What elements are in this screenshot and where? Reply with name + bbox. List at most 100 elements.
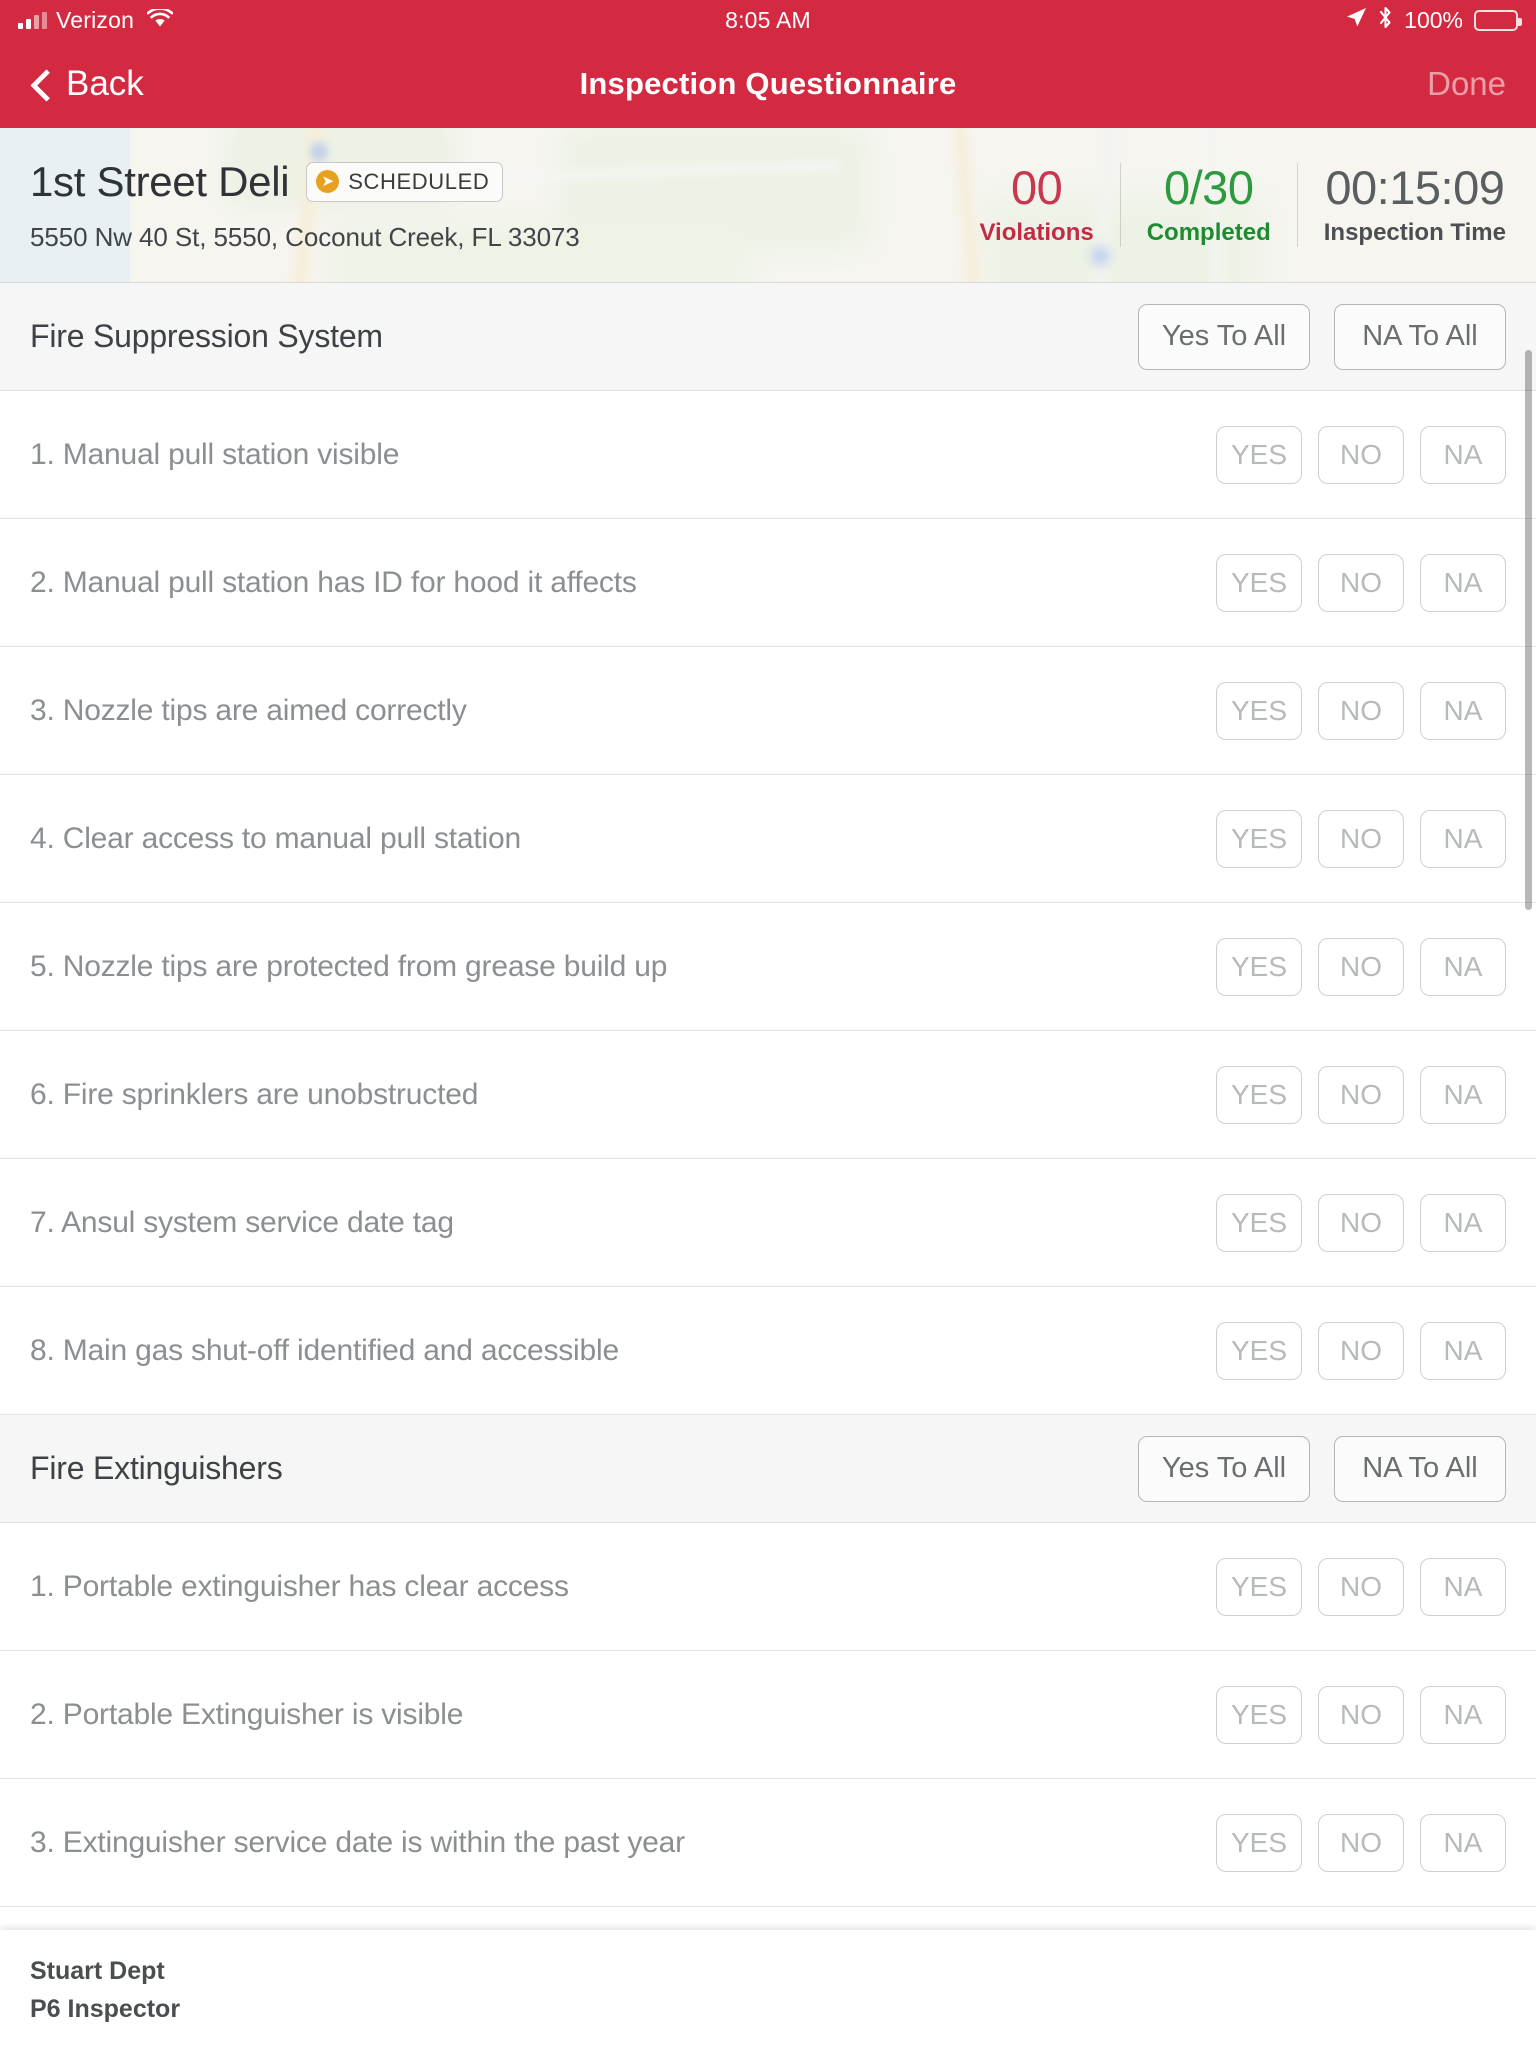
- answer-yes-button[interactable]: YES: [1216, 1065, 1302, 1124]
- question-text: 2. Manual pull station has ID for hood i…: [30, 565, 637, 599]
- answer-no-button[interactable]: NO: [1318, 1557, 1404, 1616]
- violations-label: Violations: [979, 219, 1094, 247]
- status-badge[interactable]: ➤ SCHEDULED: [306, 161, 504, 202]
- answer-no-button[interactable]: NO: [1318, 1685, 1404, 1744]
- question-row[interactable]: 3. Extinguisher service date is within t…: [0, 1779, 1536, 1907]
- question-row[interactable]: 7. Ansul system service date tag YES NO NA: [0, 1159, 1536, 1287]
- section-header: Fire Suppression System Yes To All NA To A…: [0, 283, 1536, 391]
- answer-no-button[interactable]: NO: [1318, 809, 1404, 868]
- answer-no-button[interactable]: NO: [1318, 553, 1404, 612]
- answer-yes-button[interactable]: YES: [1216, 809, 1302, 868]
- questionnaire-list[interactable]: Fire Suppression System Yes To All NA To A…: [0, 283, 1536, 1907]
- chevron-left-icon: [30, 73, 52, 95]
- answer-na-button[interactable]: NA: [1420, 1557, 1506, 1616]
- answer-buttons: YES NO NA: [1216, 1193, 1506, 1252]
- battery-full-icon: [1474, 9, 1522, 31]
- question-row[interactable]: 6. Fire sprinklers are unobstructed YES NO…: [0, 1031, 1536, 1159]
- answer-no-button[interactable]: NO: [1318, 937, 1404, 996]
- na-to-all-button[interactable]: NA To All: [1334, 1435, 1506, 1502]
- question-text: 3. Nozzle tips are aimed correctly: [30, 693, 467, 727]
- answer-yes-button[interactable]: YES: [1216, 681, 1302, 740]
- answer-yes-button[interactable]: YES: [1216, 553, 1302, 612]
- answer-no-button[interactable]: NO: [1318, 425, 1404, 484]
- question-text: 4. Clear access to manual pull station: [30, 821, 521, 855]
- question-text: 2. Portable Extinguisher is visible: [30, 1697, 464, 1731]
- business-info: 1st Street Deli ➤ SCHEDULED 5550 Nw 40 S…: [30, 158, 953, 253]
- done-button[interactable]: Done: [1427, 65, 1506, 103]
- answer-na-button[interactable]: NA: [1420, 553, 1506, 612]
- answer-yes-button[interactable]: YES: [1216, 1557, 1302, 1616]
- stat-completed: 0/30 Completed: [1119, 162, 1297, 248]
- page-title: Inspection Questionnaire: [579, 66, 957, 101]
- completed-label: Completed: [1146, 219, 1271, 247]
- answer-yes-button[interactable]: YES: [1216, 937, 1302, 996]
- answer-na-button[interactable]: NA: [1420, 1685, 1506, 1744]
- violations-value: 00: [1010, 160, 1063, 214]
- question-row[interactable]: 1. Portable extinguisher has clear acces…: [0, 1523, 1536, 1651]
- status-bar-clock: 8:05 AM: [725, 6, 811, 33]
- answer-buttons: YES NO NA: [1216, 1813, 1506, 1872]
- answer-yes-button[interactable]: YES: [1216, 1321, 1302, 1380]
- signal-bars-icon: [18, 11, 47, 29]
- section-header: Fire Extinguishers Yes To All NA To All: [0, 1415, 1536, 1523]
- question-row[interactable]: 3. Nozzle tips are aimed correctly YES NO N…: [0, 647, 1536, 775]
- answer-no-button[interactable]: NO: [1318, 1065, 1404, 1124]
- question-row[interactable]: 2. Manual pull station has ID for hood i…: [0, 519, 1536, 647]
- location-arrow-icon: [1345, 6, 1367, 34]
- question-text: 1. Manual pull station visible: [30, 437, 400, 471]
- question-row[interactable]: 5. Nozzle tips are protected from grease…: [0, 903, 1536, 1031]
- status-badge-label: SCHEDULED: [348, 168, 490, 194]
- question-row[interactable]: 8. Main gas shut-off identified and acce…: [0, 1287, 1536, 1415]
- scrollbar-thumb[interactable]: [1525, 350, 1532, 910]
- inspection-stats: 00 Violations 0/30 Completed 00:15:09 In…: [953, 160, 1506, 248]
- back-button[interactable]: Back: [30, 64, 144, 104]
- answer-yes-button[interactable]: YES: [1216, 1193, 1302, 1252]
- question-row[interactable]: 2. Portable Extinguisher is visible YES NO…: [0, 1651, 1536, 1779]
- answer-na-button[interactable]: NA: [1420, 425, 1506, 484]
- answer-na-button[interactable]: NA: [1420, 681, 1506, 740]
- status-bar: Verizon 8:05 AM 100%: [0, 0, 1536, 40]
- bulk-action-buttons: Yes To All NA To All: [1138, 303, 1506, 370]
- question-text: 3. Extinguisher service date is within t…: [30, 1825, 685, 1859]
- back-button-label: Back: [66, 64, 144, 103]
- answer-buttons: YES NO NA: [1216, 425, 1506, 484]
- footer-inspector: P6 Inspector: [30, 1995, 181, 2023]
- stat-violations: 00 Violations: [953, 160, 1119, 247]
- arrow-right-circle-icon: ➤: [316, 170, 340, 193]
- inspection-info-header: 1st Street Deli ➤ SCHEDULED 5550 Nw 40 S…: [0, 128, 1536, 283]
- question-text: 6. Fire sprinklers are unobstructed: [30, 1077, 479, 1111]
- answer-na-button[interactable]: NA: [1420, 1321, 1506, 1380]
- answer-na-button[interactable]: NA: [1420, 1065, 1506, 1124]
- question-text: 7. Ansul system service date tag: [30, 1205, 454, 1239]
- carrier-label: Verizon: [56, 6, 135, 33]
- status-bar-right: 100%: [1345, 6, 1522, 35]
- battery-percent-label: 100%: [1404, 6, 1463, 33]
- answer-yes-button[interactable]: YES: [1216, 425, 1302, 484]
- answer-na-button[interactable]: NA: [1420, 937, 1506, 996]
- answer-na-button[interactable]: NA: [1420, 809, 1506, 868]
- inspection-time-value: 00:15:09: [1325, 160, 1505, 214]
- answer-na-button[interactable]: NA: [1420, 1193, 1506, 1252]
- question-row[interactable]: 1. Manual pull station visible YES NO NA: [0, 391, 1536, 519]
- answer-buttons: YES NO NA: [1216, 1065, 1506, 1124]
- answer-no-button[interactable]: NO: [1318, 1193, 1404, 1252]
- answer-no-button[interactable]: NO: [1318, 1813, 1404, 1872]
- yes-to-all-button[interactable]: Yes To All: [1138, 303, 1310, 370]
- answer-buttons: YES NO NA: [1216, 809, 1506, 868]
- na-to-all-button[interactable]: NA To All: [1334, 303, 1506, 370]
- answer-no-button[interactable]: NO: [1318, 681, 1404, 740]
- answer-buttons: YES NO NA: [1216, 937, 1506, 996]
- question-text: 1. Portable extinguisher has clear acces…: [30, 1569, 569, 1603]
- nav-bar: Back Inspection Questionnaire Done: [0, 40, 1536, 128]
- status-bar-left: Verizon: [18, 6, 174, 34]
- answer-na-button[interactable]: NA: [1420, 1813, 1506, 1872]
- question-row[interactable]: 4. Clear access to manual pull station YE…: [0, 775, 1536, 903]
- bulk-action-buttons: Yes To All NA To All: [1138, 1435, 1506, 1502]
- business-name: 1st Street Deli: [30, 157, 290, 205]
- bluetooth-icon: [1378, 6, 1393, 35]
- yes-to-all-button[interactable]: Yes To All: [1138, 1435, 1310, 1502]
- business-address: 5550 Nw 40 St, 5550, Coconut Creek, FL 3…: [30, 221, 580, 252]
- answer-yes-button[interactable]: YES: [1216, 1813, 1302, 1872]
- answer-yes-button[interactable]: YES: [1216, 1685, 1302, 1744]
- answer-no-button[interactable]: NO: [1318, 1321, 1404, 1380]
